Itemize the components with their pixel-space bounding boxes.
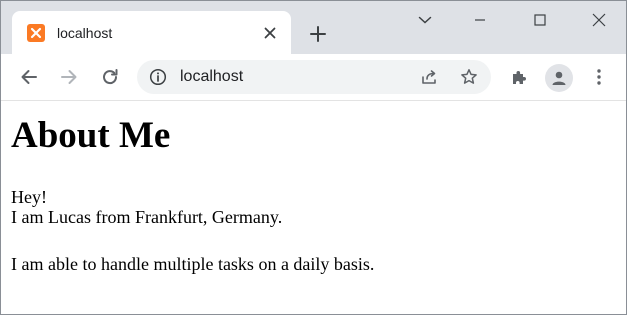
reload-icon[interactable] <box>98 65 122 89</box>
body-paragraph: I am able to handle multiple tasks on a … <box>11 254 375 274</box>
browser-toolbar: localhost <box>1 54 626 101</box>
forward-arrow-icon[interactable] <box>57 65 81 89</box>
browser-window: localhost localhost About Me Hey! I am L… <box>0 0 627 315</box>
xampp-icon <box>27 24 45 42</box>
share-icon[interactable] <box>419 67 439 87</box>
new-tab-icon[interactable] <box>305 21 331 47</box>
profile-avatar-icon[interactable] <box>545 64 573 92</box>
tab-strip: localhost <box>1 1 626 54</box>
chevron-down-icon[interactable] <box>410 7 440 33</box>
page-content: About Me Hey! I am Lucas from Frankfurt,… <box>1 101 626 314</box>
close-tab-icon[interactable] <box>260 23 280 43</box>
extensions-puzzle-icon[interactable] <box>507 65 531 89</box>
close-window-icon[interactable] <box>584 7 614 33</box>
page-heading: About Me <box>11 115 171 156</box>
intro-text: I am Lucas from Frankfurt, Germany. <box>11 207 283 227</box>
maximize-icon[interactable] <box>525 7 555 33</box>
minimize-icon[interactable] <box>465 7 495 33</box>
greeting-text: Hey! <box>11 187 47 207</box>
back-arrow-icon[interactable] <box>17 65 41 89</box>
tab-title: localhost <box>57 25 113 41</box>
address-bar[interactable]: localhost <box>137 60 491 94</box>
bookmark-star-icon[interactable] <box>459 67 479 87</box>
tab-localhost[interactable]: localhost <box>12 11 291 54</box>
url-text[interactable]: localhost <box>180 67 243 87</box>
intro-paragraph: Hey! I am Lucas from Frankfurt, Germany. <box>11 187 282 227</box>
more-menu-icon[interactable] <box>587 65 611 89</box>
info-icon[interactable] <box>149 68 167 86</box>
